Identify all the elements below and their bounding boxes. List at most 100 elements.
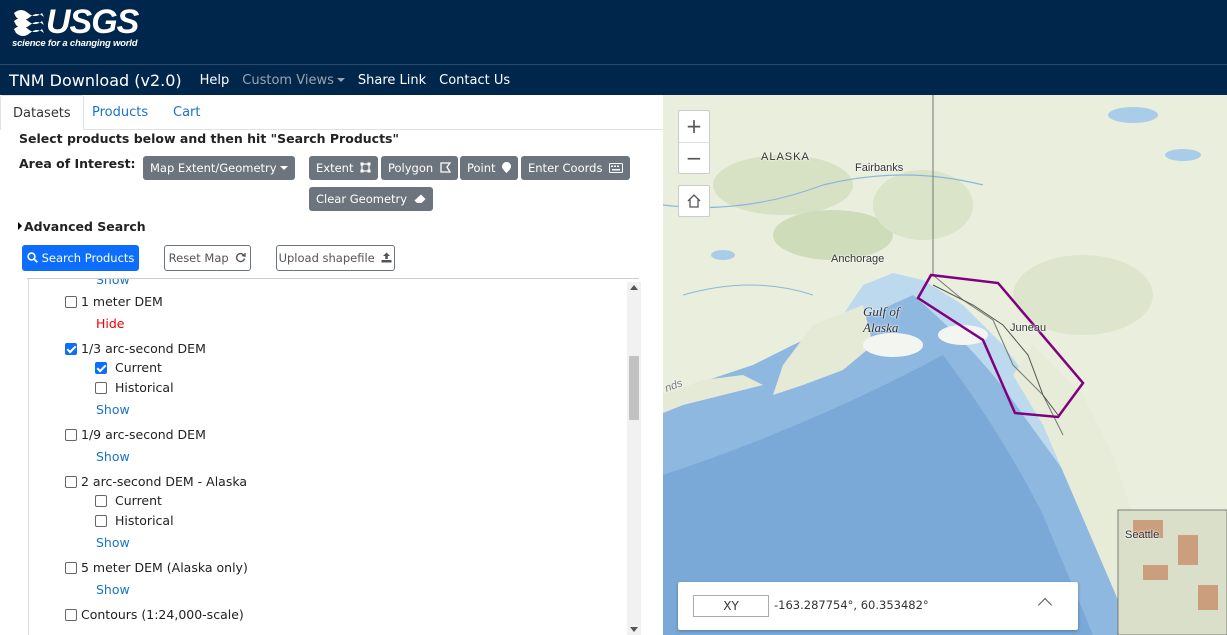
checkbox[interactable] <box>95 514 107 527</box>
caret-right-icon <box>18 222 22 230</box>
enter-coords-label: Enter Coords <box>528 161 603 175</box>
refresh-icon <box>236 252 247 263</box>
tab-products[interactable]: Products <box>80 95 160 130</box>
usgs-waves-icon <box>14 10 44 36</box>
map-label-fairbanks: Fairbanks <box>855 162 904 174</box>
keyboard-icon <box>609 163 624 173</box>
sub-item-label: Current <box>115 493 162 508</box>
enter-coords-button[interactable]: Enter Coords <box>521 156 631 180</box>
zoom-in-button[interactable]: + <box>679 111 709 143</box>
zoom-out-button[interactable]: − <box>679 143 709 175</box>
checkbox[interactable] <box>95 361 107 374</box>
upload-shapefile-button[interactable]: Upload shapefile <box>276 245 395 271</box>
tab-cart[interactable]: Cart <box>161 95 213 130</box>
aoi-dropdown[interactable]: Map Extent/Geometry <box>143 156 295 180</box>
checkbox[interactable] <box>65 342 77 355</box>
point-button[interactable]: Point <box>460 156 519 180</box>
checkbox[interactable] <box>65 428 77 441</box>
show-link[interactable]: Show <box>96 582 130 597</box>
scroll-down-icon[interactable] <box>630 627 638 632</box>
advanced-search-toggle[interactable]: Advanced Search <box>18 219 146 234</box>
tab-bar: Datasets Products Cart <box>0 95 663 130</box>
sub-item-current[interactable]: Current <box>95 493 162 508</box>
polygon-button[interactable]: Polygon <box>381 156 458 180</box>
coord-readout: -163.287754°, 60.353482° <box>774 598 929 612</box>
dataset-label: 1/3 arc-second DEM <box>81 341 206 356</box>
sub-item-label: Historical <box>115 380 174 395</box>
nav-custom-views[interactable]: Custom Views <box>242 73 345 88</box>
usgs-header: USGS science for a changing world <box>0 0 1227 64</box>
dataset-label: 2 arc-second DEM - Alaska <box>81 474 248 489</box>
app-title[interactable]: TNM Download (v2.0) <box>9 71 182 90</box>
map-label-alaska-gulf: Alaska <box>863 320 899 335</box>
reset-map-button[interactable]: Reset Map <box>164 245 251 271</box>
chevron-up-icon[interactable] <box>1037 597 1053 613</box>
sub-item-current[interactable]: Current <box>95 360 162 375</box>
checkbox[interactable] <box>65 608 77 621</box>
advanced-search-label: Advanced Search <box>24 219 146 234</box>
map-view[interactable]: ALASKA Fairbanks Anchorage Gulf of Alask… <box>663 95 1227 635</box>
dataset-list: Show 1 meter DEM Hide 1/3 arc-second DEM… <box>28 279 644 635</box>
checkbox[interactable] <box>95 494 107 507</box>
coordinate-panel: XY -163.287754°, 60.353482° <box>678 582 1078 630</box>
show-link[interactable]: Show <box>96 402 130 417</box>
usgs-logo[interactable]: USGS science for a changing world <box>12 5 139 49</box>
map-label-seattle: Seattle <box>1125 529 1160 541</box>
list-scrollbar[interactable] <box>627 282 641 635</box>
map-pin-icon <box>502 162 512 173</box>
nav-help[interactable]: Help <box>200 73 230 88</box>
checkbox[interactable] <box>95 381 107 394</box>
zoom-control: + − <box>678 110 710 174</box>
nav-custom-views-label: Custom Views <box>242 72 334 88</box>
search-icon <box>26 252 38 263</box>
dataset-item[interactable]: 1/9 arc-second DEM <box>65 427 206 442</box>
dataset-item[interactable]: 1 meter DEM <box>65 294 163 309</box>
sub-item-historical[interactable]: Historical <box>95 513 174 528</box>
scroll-up-icon[interactable] <box>630 285 638 290</box>
home-button[interactable] <box>678 185 710 217</box>
polygon-label: Polygon <box>388 161 434 175</box>
checkbox[interactable] <box>65 295 77 308</box>
search-products-button[interactable]: Search Products <box>22 245 139 271</box>
clear-geometry-label: Clear Geometry <box>316 192 408 206</box>
hide-link[interactable]: Hide <box>96 316 125 331</box>
upload-icon <box>381 252 392 263</box>
coord-mode-select[interactable]: XY <box>693 595 769 617</box>
checkbox[interactable] <box>65 561 77 574</box>
dataset-label: 1 meter DEM <box>81 294 163 309</box>
caret-down-icon <box>336 77 345 82</box>
dataset-label: Contours (1:24,000-scale) <box>81 607 244 622</box>
map-label-juneau: Juneau <box>1010 322 1047 334</box>
map-label-alaska: ALASKA <box>761 151 810 163</box>
usgs-tagline: science for a changing world <box>12 38 138 49</box>
dataset-label: 1/9 arc-second DEM <box>81 427 206 442</box>
map-label-anchorage: Anchorage <box>831 253 885 265</box>
tab-datasets[interactable]: Datasets <box>0 95 84 130</box>
dataset-item[interactable]: 5 meter DEM (Alaska only) <box>65 560 248 575</box>
extent-button[interactable]: Extent <box>309 156 379 180</box>
checkbox[interactable] <box>65 475 77 488</box>
clear-geometry-button[interactable]: Clear Geometry <box>309 187 433 211</box>
polygon-icon <box>440 162 452 173</box>
sub-item-historical[interactable]: Historical <box>95 380 174 395</box>
extent-icon <box>360 162 371 173</box>
dataset-item[interactable]: 1/3 arc-second DEM <box>65 341 206 356</box>
nav-share-link[interactable]: Share Link <box>358 73 426 88</box>
dataset-label: 5 meter DEM (Alaska only) <box>81 560 248 575</box>
dataset-item[interactable]: 2 arc-second DEM - Alaska <box>65 474 247 489</box>
show-link[interactable]: Show <box>96 449 130 464</box>
aoi-label: Area of Interest: <box>19 156 136 171</box>
reset-map-label: Reset Map <box>168 251 229 265</box>
caret-down-icon <box>279 166 288 170</box>
scroll-thumb[interactable] <box>629 356 639 420</box>
upload-shapefile-label: Upload shapefile <box>278 251 375 265</box>
dataset-item[interactable]: Contours (1:24,000-scale) <box>65 607 244 622</box>
show-link[interactable]: Show <box>96 279 130 287</box>
show-link[interactable]: Show <box>96 535 130 550</box>
point-label: Point <box>467 161 496 175</box>
instructions: Select products below and then hit "Sear… <box>19 131 399 146</box>
eraser-icon <box>414 194 426 203</box>
nav-contact-us[interactable]: Contact Us <box>439 73 510 88</box>
left-panel: Datasets Products Cart Select products b… <box>0 95 663 635</box>
top-nav: TNM Download (v2.0) Help Custom Views Sh… <box>0 64 1227 95</box>
